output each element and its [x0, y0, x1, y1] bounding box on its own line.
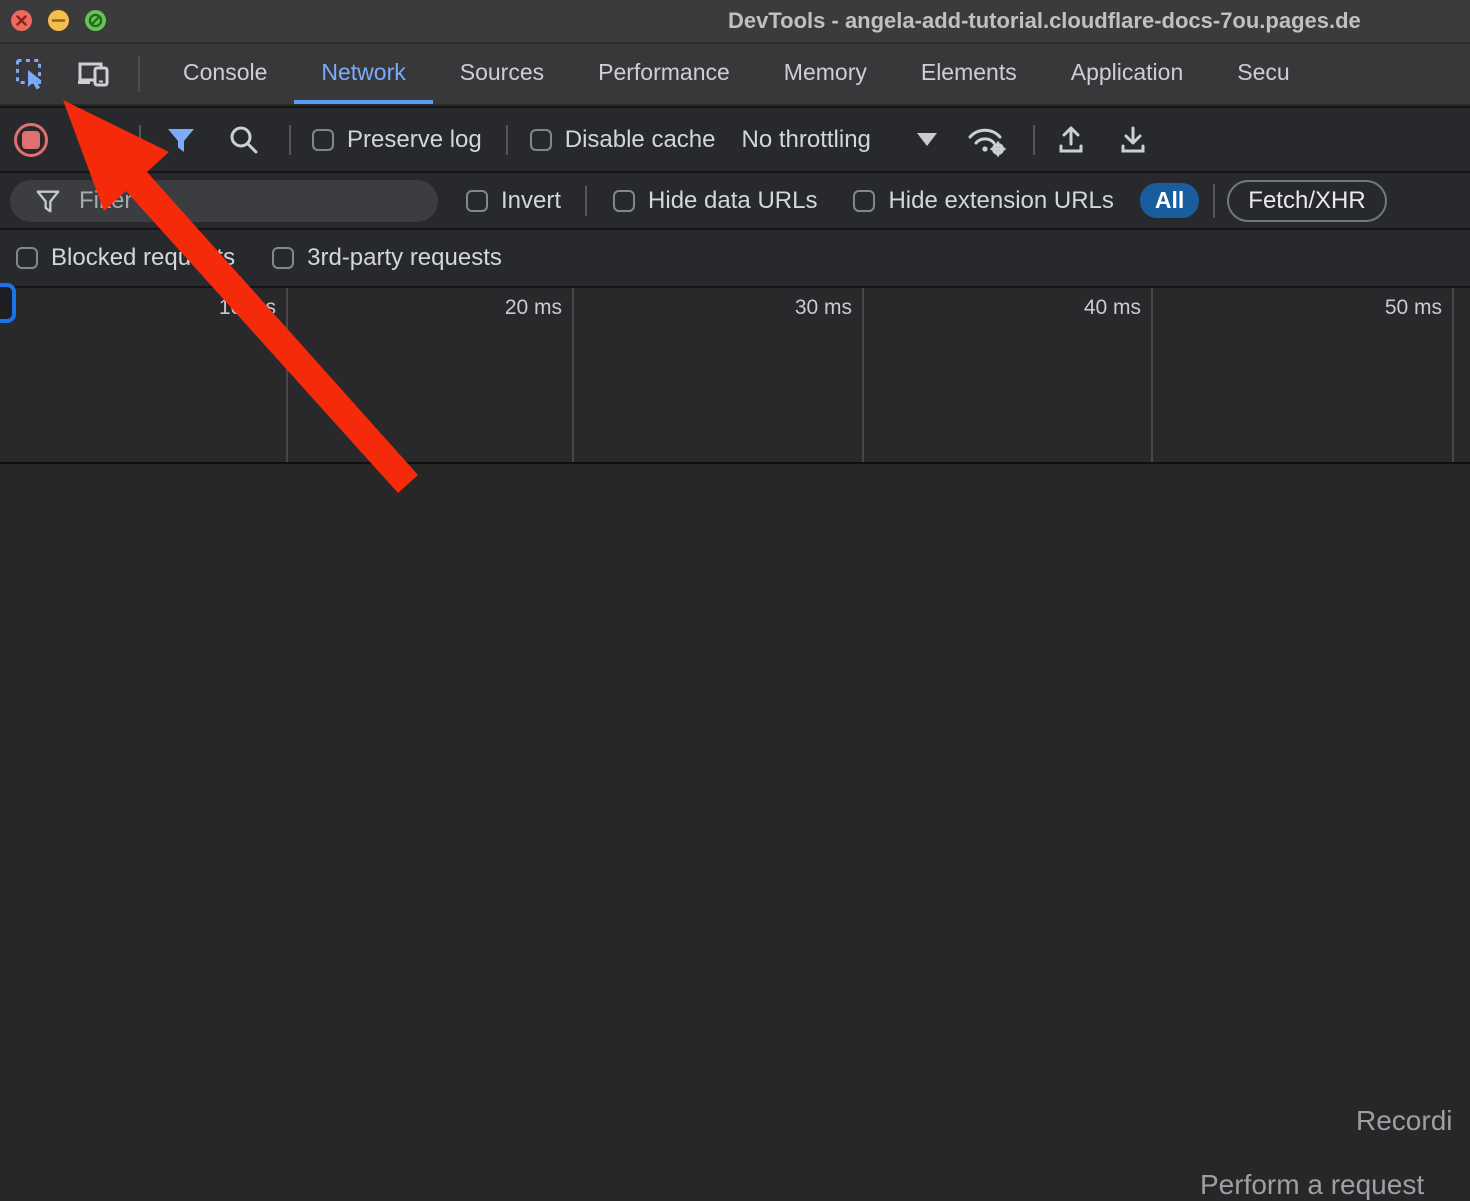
network-toolbar: Preserve log Disable cache No throttling	[0, 106, 1470, 171]
request-type-filter-fetch-xhr[interactable]: Fetch/XHR	[1227, 180, 1386, 222]
close-icon	[11, 10, 32, 31]
import-har-icon	[1053, 123, 1089, 157]
export-har-icon	[1115, 123, 1151, 157]
third-party-requests-label: 3rd-party requests	[307, 244, 502, 272]
network-requests-panel: Recordi Perform a request	[0, 464, 1470, 960]
hide-extension-urls-label: Hide extension URLs	[888, 187, 1113, 215]
toolbar-separator	[1033, 125, 1035, 155]
minimize-icon	[48, 10, 69, 31]
macos-traffic-lights	[11, 10, 106, 31]
record-network-log-button[interactable]	[14, 123, 48, 157]
third-party-requests-toggle[interactable]: 3rd-party requests	[272, 244, 502, 272]
invert-checkbox[interactable]	[466, 190, 488, 212]
tab-network[interactable]: Network	[294, 44, 432, 104]
toolbar-separator	[139, 125, 141, 155]
blocked-requests-label: Blocked requests	[51, 244, 235, 272]
timeline-tick: 20 ms	[288, 288, 574, 462]
request-type-filter-all[interactable]: All	[1140, 183, 1199, 218]
filter-input[interactable]	[77, 186, 381, 216]
blocked-requests-checkbox[interactable]	[16, 247, 38, 269]
toolbar-separator	[289, 125, 291, 155]
timeline-tick: 10 ms	[0, 288, 288, 462]
device-toolbar-icon	[76, 57, 112, 91]
disable-cache-label: Disable cache	[565, 126, 716, 154]
close-window-button[interactable]	[11, 10, 32, 31]
hide-extension-urls-toggle[interactable]: Hide extension URLs	[853, 187, 1113, 215]
tab-security[interactable]: Secu	[1210, 44, 1316, 104]
filter-funnel-icon	[164, 123, 198, 157]
empty-state-recording-text: Recordi	[1356, 1105, 1452, 1137]
minimize-window-button[interactable]	[48, 10, 69, 31]
inspect-icon	[14, 57, 48, 91]
more-filters-row: Blocked requests 3rd-party requests	[0, 228, 1470, 286]
preserve-log-label: Preserve log	[347, 126, 482, 154]
throttling-dropdown[interactable]: No throttling	[741, 126, 936, 154]
hide-data-urls-label: Hide data URLs	[648, 187, 817, 215]
empty-state-perform-request-text: Perform a request	[1200, 1169, 1424, 1201]
hide-extension-urls-checkbox[interactable]	[853, 190, 875, 212]
export-har-button[interactable]	[1115, 123, 1151, 157]
window-title: DevTools - angela-add-tutorial.cloudflar…	[728, 8, 1361, 34]
filter-input-funnel-icon	[34, 187, 62, 215]
titlebar: DevTools - angela-add-tutorial.cloudflar…	[0, 0, 1470, 42]
tab-memory[interactable]: Memory	[757, 44, 894, 104]
filter-toggle-button[interactable]	[164, 123, 198, 157]
tab-application[interactable]: Application	[1044, 44, 1211, 104]
search-icon	[227, 123, 261, 157]
timeline-tick: 40 ms	[864, 288, 1153, 462]
timeline-column-rest	[1454, 288, 1470, 462]
tab-performance[interactable]: Performance	[571, 44, 757, 104]
network-conditions-icon	[965, 122, 1009, 158]
tabbar-separator	[138, 56, 140, 92]
zoom-icon	[85, 10, 106, 31]
disable-cache-checkbox[interactable]	[530, 129, 552, 151]
import-har-button[interactable]	[1053, 123, 1089, 157]
device-toolbar-button[interactable]	[76, 57, 112, 91]
clear-network-log-button[interactable]	[79, 123, 113, 157]
network-overview-timeline[interactable]: 10 ms 20 ms 30 ms 40 ms 50 ms	[0, 286, 1470, 464]
zoom-window-button[interactable]	[85, 10, 106, 31]
timeline-tick: 50 ms	[1153, 288, 1454, 462]
panel-tabs: Console Network Sources Performance Memo…	[156, 44, 1317, 104]
preserve-log-toggle[interactable]: Preserve log	[312, 126, 482, 154]
search-button[interactable]	[227, 123, 261, 157]
timeline-tick: 30 ms	[574, 288, 864, 462]
filterbar-separator	[585, 186, 587, 216]
devtools-tabbar: Console Network Sources Performance Memo…	[0, 42, 1470, 104]
blocked-requests-toggle[interactable]: Blocked requests	[16, 244, 235, 272]
filter-input-wrap[interactable]	[10, 180, 438, 222]
preserve-log-checkbox[interactable]	[312, 129, 334, 151]
clear-icon	[79, 123, 113, 157]
caret-down-icon	[917, 133, 937, 146]
tab-sources[interactable]: Sources	[433, 44, 571, 104]
network-filter-bar: Invert Hide data URLs Hide extension URL…	[0, 171, 1470, 228]
filterbar-separator	[1213, 184, 1215, 218]
invert-label: Invert	[501, 187, 561, 215]
tab-elements[interactable]: Elements	[894, 44, 1044, 104]
hide-data-urls-toggle[interactable]: Hide data URLs	[613, 187, 817, 215]
hide-data-urls-checkbox[interactable]	[613, 190, 635, 212]
third-party-requests-checkbox[interactable]	[272, 247, 294, 269]
inspect-element-button[interactable]	[14, 57, 48, 91]
overview-selection-handle	[0, 283, 16, 323]
disable-cache-toggle[interactable]: Disable cache	[530, 126, 716, 154]
network-conditions-button[interactable]	[965, 122, 1009, 158]
toolbar-separator	[506, 125, 508, 155]
invert-filter-toggle[interactable]: Invert	[466, 187, 561, 215]
throttling-value: No throttling	[741, 126, 870, 154]
tab-console[interactable]: Console	[156, 44, 294, 104]
